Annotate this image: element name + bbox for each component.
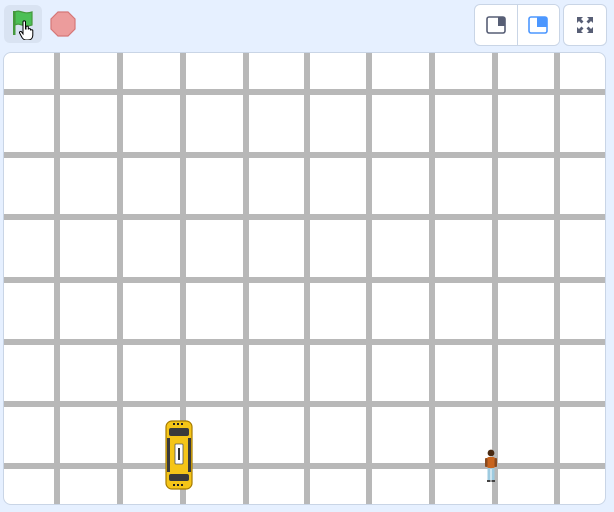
green-flag-icon bbox=[13, 10, 34, 40]
green-flag-button[interactable] bbox=[4, 5, 42, 43]
small-stage-layout-icon bbox=[485, 16, 506, 34]
stop-button[interactable] bbox=[47, 7, 79, 41]
small-stage-button[interactable] bbox=[475, 5, 518, 45]
stop-sign-icon bbox=[50, 11, 76, 37]
stage-canvas[interactable] bbox=[3, 52, 606, 505]
taxi-sprite[interactable] bbox=[164, 420, 194, 490]
stage-header bbox=[0, 0, 614, 50]
stage-layout-toggle bbox=[474, 4, 560, 46]
fullscreen-button[interactable] bbox=[563, 4, 607, 46]
person-sprite[interactable] bbox=[484, 449, 498, 483]
normal-stage-layout-icon bbox=[528, 16, 549, 34]
fullscreen-icon bbox=[577, 17, 593, 33]
normal-stage-button[interactable] bbox=[517, 5, 559, 45]
street-grid-backdrop bbox=[4, 53, 605, 504]
